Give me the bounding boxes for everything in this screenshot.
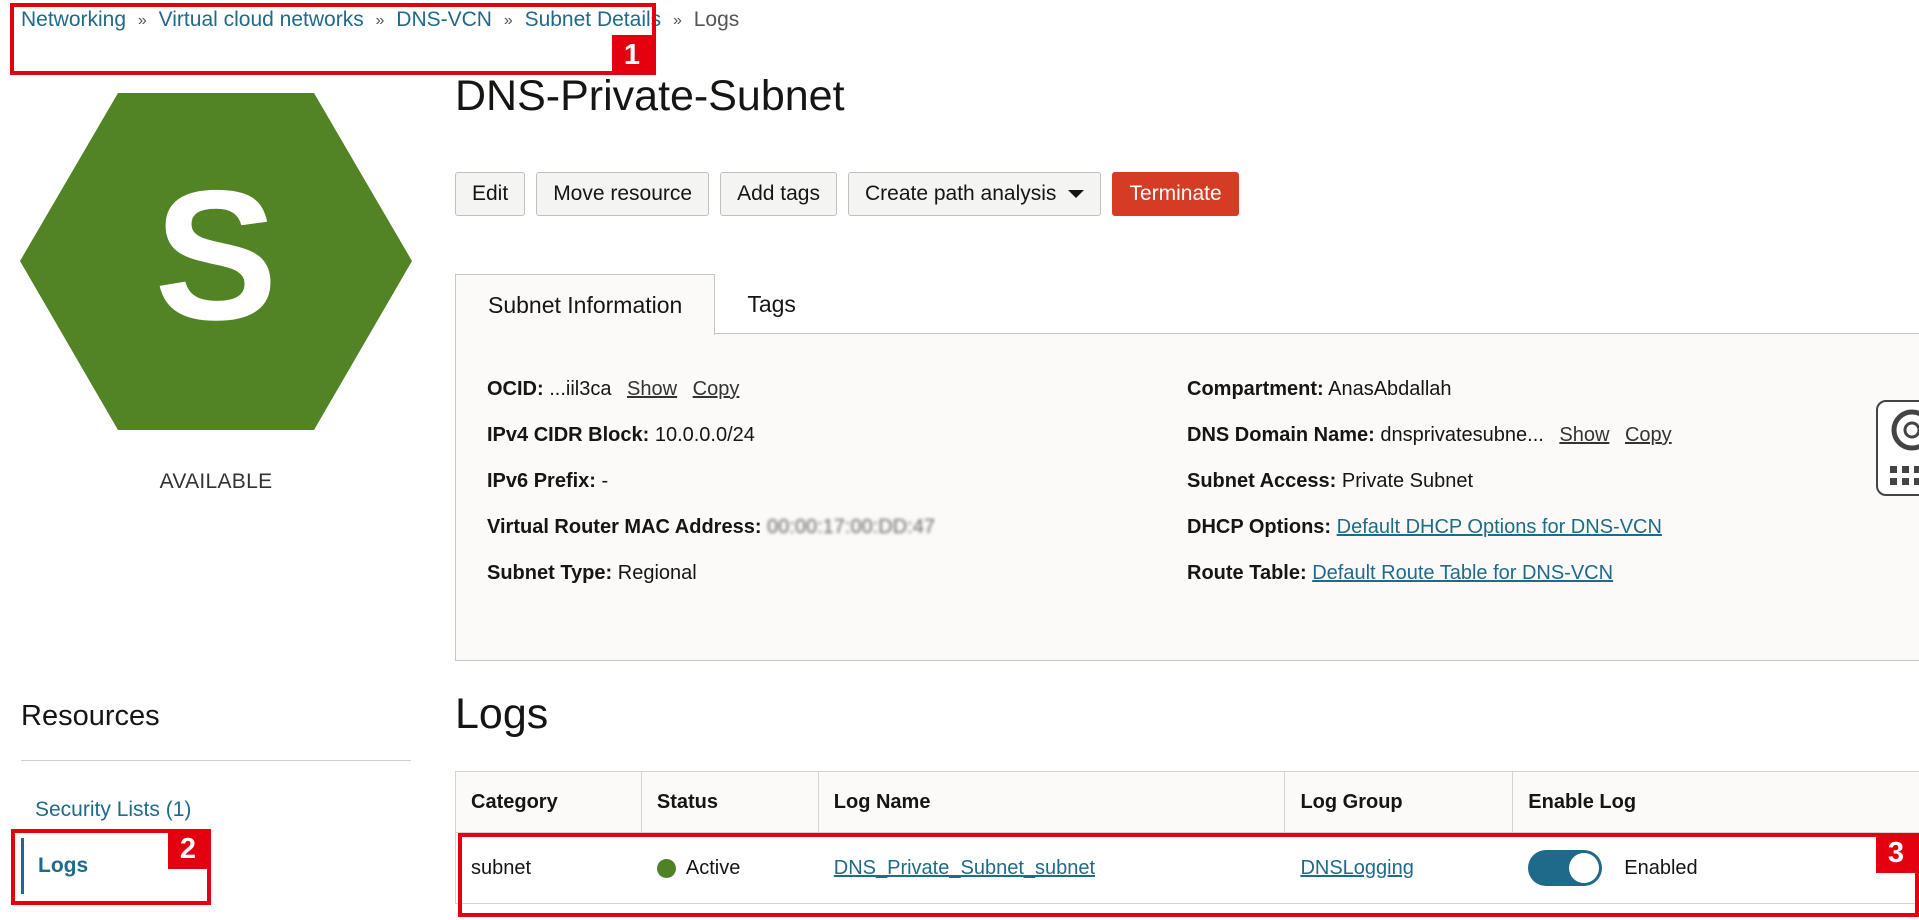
annotation-box-1 bbox=[10, 3, 656, 75]
annotation-badge-1: 1 bbox=[612, 35, 652, 75]
column-header-status: Status bbox=[642, 772, 819, 832]
edit-button[interactable]: Edit bbox=[455, 172, 526, 216]
create-path-analysis-label: Create path analysis bbox=[864, 182, 1057, 205]
subnet-access-value: Private Subnet bbox=[1341, 470, 1474, 492]
create-path-analysis-button[interactable]: Create path analysis bbox=[847, 172, 1102, 216]
subnet-type-value: Regional bbox=[617, 562, 697, 584]
dns-domain-row: DNS Domain Name: dnsprivatesubne... Show… bbox=[1187, 424, 1672, 447]
subnet-type-label: Subnet Type: bbox=[487, 562, 613, 584]
action-toolbar: Edit Move resource Add tags Create path … bbox=[455, 172, 1239, 216]
terminate-button[interactable]: Terminate bbox=[1112, 172, 1239, 216]
dns-domain-copy-link[interactable]: Copy bbox=[1625, 424, 1672, 446]
tab-subnet-information[interactable]: Subnet Information bbox=[455, 274, 716, 335]
dhcp-options-link[interactable]: Default DHCP Options for DNS-VCN bbox=[1337, 516, 1662, 538]
annotation-box-3 bbox=[458, 833, 1919, 917]
subnet-type-row: Subnet Type: Regional bbox=[487, 562, 697, 585]
resource-state: AVAILABLE bbox=[159, 470, 273, 493]
subnet-information-panel: OCID: ...iil3ca Show Copy IPv4 CIDR Bloc… bbox=[455, 333, 1919, 661]
compartment-row: Compartment: AnasAbdallah bbox=[1187, 378, 1452, 401]
compartment-label: Compartment: bbox=[1187, 378, 1324, 400]
grid-icon bbox=[1890, 466, 1919, 485]
logs-heading: Logs bbox=[455, 690, 549, 738]
help-widget[interactable] bbox=[1876, 400, 1919, 496]
route-table-row: Route Table: Default Route Table for DNS… bbox=[1187, 562, 1613, 585]
subnet-access-label: Subnet Access: bbox=[1187, 470, 1337, 492]
resource-item-security-lists[interactable]: Security Lists (1) bbox=[35, 798, 191, 822]
dhcp-label: DHCP Options: bbox=[1187, 516, 1332, 538]
ocid-copy-link[interactable]: Copy bbox=[693, 378, 740, 400]
lifebuoy-icon bbox=[1891, 409, 1919, 451]
caret-down-icon bbox=[1068, 190, 1085, 198]
ipv4-value: 10.0.0.0/24 bbox=[654, 424, 755, 446]
mac-row: Virtual Router MAC Address: 00:00:17:00:… bbox=[487, 516, 935, 539]
move-resource-button[interactable]: Move resource bbox=[536, 172, 710, 216]
dhcp-row: DHCP Options: Default DHCP Options for D… bbox=[1187, 516, 1662, 539]
ocid-show-link[interactable]: Show bbox=[627, 378, 677, 400]
mac-value: 00:00:17:00:DD:47 bbox=[767, 516, 935, 538]
ipv4-row: IPv4 CIDR Block: 10.0.0.0/24 bbox=[487, 424, 755, 447]
page-title: DNS-Private-Subnet bbox=[455, 72, 845, 120]
route-table-label: Route Table: bbox=[1187, 562, 1307, 584]
ipv4-label: IPv4 CIDR Block: bbox=[487, 424, 650, 446]
ocid-value: ...iil3ca bbox=[549, 378, 612, 400]
subnet-hexagon-icon: S bbox=[20, 93, 412, 430]
breadcrumb-separator: » bbox=[673, 12, 682, 29]
tab-tags[interactable]: Tags bbox=[715, 274, 828, 334]
breadcrumb-current: Logs bbox=[693, 8, 740, 31]
dns-domain-value: dnsprivatesubne... bbox=[1380, 424, 1544, 446]
column-header-log-name: Log Name bbox=[819, 772, 1286, 832]
ipv6-label: IPv6 Prefix: bbox=[487, 470, 596, 492]
column-header-enable-log: Enable Log bbox=[1528, 790, 1637, 813]
column-header-log-group: Log Group bbox=[1285, 772, 1514, 832]
annotation-badge-2: 2 bbox=[168, 829, 208, 869]
dns-domain-label: DNS Domain Name: bbox=[1187, 424, 1375, 446]
resources-heading: Resources bbox=[21, 700, 160, 732]
ocid-row: OCID: ...iil3ca Show Copy bbox=[487, 378, 739, 401]
compartment-value: AnasAbdallah bbox=[1328, 378, 1452, 400]
ipv6-row: IPv6 Prefix: - bbox=[487, 470, 608, 493]
hexagon-letter: S bbox=[154, 153, 277, 359]
logs-table-header: Category Status Log Name Log Group Enabl… bbox=[456, 772, 1919, 833]
ocid-label: OCID: bbox=[487, 378, 544, 400]
subnet-access-row: Subnet Access: Private Subnet bbox=[1187, 470, 1473, 493]
annotation-badge-3: 3 bbox=[1876, 833, 1916, 873]
add-tags-button[interactable]: Add tags bbox=[720, 172, 837, 216]
mac-label: Virtual Router MAC Address: bbox=[487, 516, 762, 538]
column-header-category: Category bbox=[456, 772, 642, 832]
route-table-link[interactable]: Default Route Table for DNS-VCN bbox=[1312, 562, 1613, 584]
dns-domain-show-link[interactable]: Show bbox=[1559, 424, 1609, 446]
detail-tabs: Subnet Information Tags bbox=[455, 274, 828, 335]
ipv6-value: - bbox=[601, 470, 609, 492]
resources-divider bbox=[21, 760, 411, 761]
